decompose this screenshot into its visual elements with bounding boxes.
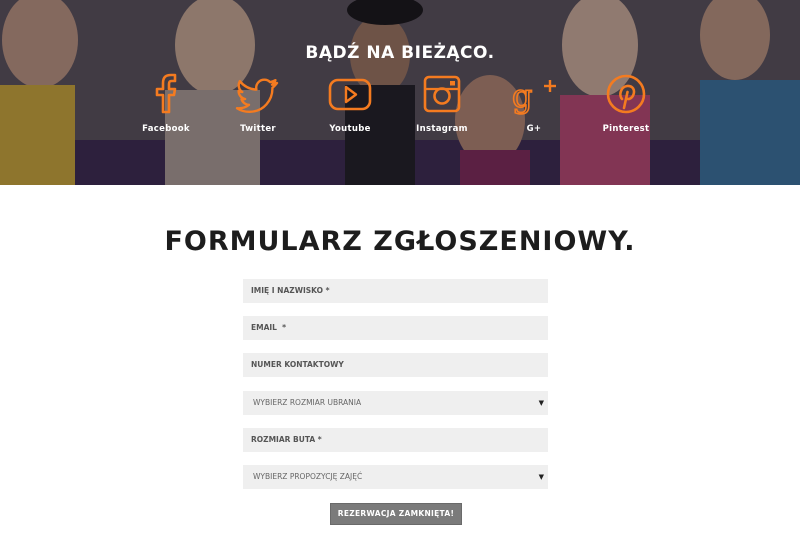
phone-field[interactable] [243, 353, 548, 377]
social-label-facebook: Facebook [142, 124, 190, 134]
chevron-down-icon: ▼ [538, 399, 544, 407]
hero-title: BĄDŹ NA BIEŻĄCO. [305, 43, 495, 63]
social-link-instagram[interactable]: Instagram [397, 72, 487, 134]
form-title: FORMULARZ ZGŁOSZENIOWY. [164, 226, 636, 257]
social-label-google-plus: G+ [526, 124, 542, 134]
class-select-value: WYBIERZ PROPOZYCJĘ ZAJĘĆ [253, 472, 363, 481]
social-link-pinterest[interactable]: Pinterest [581, 72, 671, 134]
facebook-icon [155, 73, 177, 114]
youtube-icon [328, 78, 372, 111]
clothing-size-select[interactable]: WYBIERZ ROZMIAR UBRANIA ▼ [243, 391, 548, 415]
hero-banner: BĄDŹ NA BIEŻĄCO. Facebook Twitter Youtub… [0, 0, 800, 185]
name-field[interactable] [243, 279, 548, 303]
clothing-size-select-value: WYBIERZ ROZMIAR UBRANIA [253, 398, 362, 407]
pinterest-icon [606, 74, 646, 114]
social-link-twitter[interactable]: Twitter [213, 72, 303, 134]
class-select[interactable]: WYBIERZ PROPOZYCJĘ ZAJĘĆ ▼ [243, 465, 548, 489]
instagram-icon [423, 75, 461, 113]
social-label-instagram: Instagram [416, 124, 468, 134]
social-label-pinterest: Pinterest [602, 124, 650, 134]
email-field[interactable] [243, 316, 548, 340]
submit-button[interactable]: REZERWACJA ZAMKNIĘTA! [330, 503, 462, 525]
social-link-facebook[interactable]: Facebook [121, 72, 211, 134]
google-plus-icon: g [511, 76, 556, 116]
svg-text:g: g [512, 77, 532, 115]
social-label-twitter: Twitter [240, 124, 276, 134]
social-label-youtube: Youtube [329, 124, 371, 134]
twitter-icon [235, 78, 279, 113]
social-link-google-plus[interactable]: g G+ [489, 72, 579, 134]
shoe-size-field[interactable] [243, 428, 548, 452]
chevron-down-icon: ▼ [538, 473, 544, 481]
social-link-youtube[interactable]: Youtube [305, 72, 395, 134]
